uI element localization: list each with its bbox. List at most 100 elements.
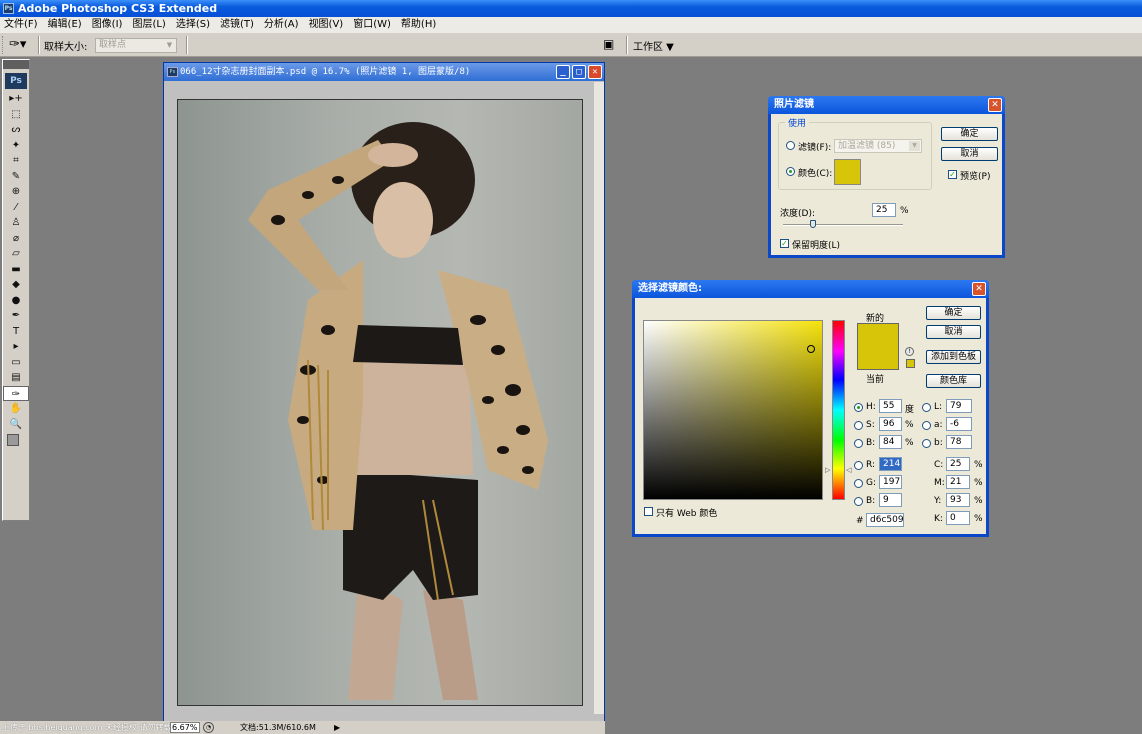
color-picker-cursor[interactable] — [807, 345, 815, 353]
cancel-button[interactable]: 取消 — [926, 325, 981, 339]
canvas-area[interactable] — [164, 82, 594, 714]
minimize-button[interactable]: _ — [556, 65, 570, 79]
vertical-scrollbar[interactable] — [594, 82, 604, 714]
hue-slider-left-arrow-icon[interactable]: ▷ — [825, 466, 830, 474]
menu-window[interactable]: 窗口(W) — [349, 17, 397, 33]
h-field[interactable]: 55 — [879, 399, 902, 413]
l-radio[interactable] — [922, 403, 931, 412]
workspace-menu[interactable]: 工作区 ▼ — [633, 38, 674, 53]
gradient-tool-icon[interactable]: ▬ — [3, 262, 29, 278]
s-radio[interactable] — [854, 421, 863, 430]
l-field[interactable]: 79 — [946, 399, 972, 413]
document-size[interactable]: 文档:51.3M/610.6M — [240, 721, 316, 734]
g-field[interactable]: 197 — [879, 475, 902, 489]
dodge-tool-icon[interactable]: ● — [3, 293, 29, 309]
lab-b-radio[interactable] — [922, 439, 931, 448]
web-colors-only-checkbox[interactable] — [644, 507, 653, 516]
menu-help[interactable]: 帮助(H) — [397, 17, 442, 33]
magic-wand-tool-icon[interactable]: ✦ — [3, 138, 29, 154]
preview-checkbox[interactable]: ✓ — [948, 170, 957, 179]
menu-layer[interactable]: 图层(L) — [128, 17, 171, 33]
blue-radio[interactable] — [854, 497, 863, 506]
zoom-field[interactable]: 6.67% — [170, 722, 200, 733]
menu-image[interactable]: 图像(I) — [88, 17, 129, 33]
document-image[interactable] — [177, 99, 583, 706]
ok-button[interactable]: 确定 — [941, 127, 998, 141]
filter-select[interactable]: 加温滤镜 (85) ▼ — [834, 139, 922, 153]
sample-size-select[interactable]: 取样点 ▼ — [95, 38, 177, 53]
options-bar-grip[interactable] — [2, 36, 5, 54]
foreground-color-swatch[interactable] — [7, 434, 19, 446]
shape-tool-icon[interactable]: ▭ — [3, 355, 29, 371]
history-brush-tool-icon[interactable]: ⌀ — [3, 231, 29, 247]
hex-field[interactable]: d6c509 — [866, 513, 904, 527]
r-field[interactable]: 214 — [879, 457, 902, 471]
path-select-tool-icon[interactable]: ▸ — [3, 339, 29, 355]
saturation-brightness-field[interactable] — [643, 320, 823, 500]
gamut-color-swatch[interactable] — [906, 359, 915, 368]
b-radio[interactable] — [854, 439, 863, 448]
brush-tool-icon[interactable]: ⁄ — [3, 200, 29, 216]
filter-color-swatch[interactable] — [834, 159, 861, 185]
out-of-gamut-warning-icon[interactable]: ! — [905, 347, 914, 356]
close-icon[interactable]: ✕ — [972, 282, 986, 296]
lab-b-field[interactable]: 78 — [946, 435, 972, 449]
marquee-tool-icon[interactable]: ⬚ — [3, 107, 29, 123]
s-field[interactable]: 96 — [879, 417, 902, 431]
preserve-luminosity-checkbox[interactable]: ✓ — [780, 239, 789, 248]
menu-select[interactable]: 选择(S) — [172, 17, 216, 33]
close-icon[interactable]: ✕ — [988, 98, 1002, 112]
menu-file[interactable]: 文件(F) — [0, 17, 44, 33]
eraser-tool-icon[interactable]: ▱ — [3, 246, 29, 262]
menu-view[interactable]: 视图(V) — [305, 17, 350, 33]
density-field[interactable]: 25 — [872, 203, 896, 217]
filter-radio[interactable] — [786, 141, 795, 150]
move-tool-icon[interactable]: ▸+ — [3, 91, 29, 107]
photoshop-logo[interactable]: Ps — [5, 73, 27, 89]
blue-field[interactable]: 9 — [879, 493, 902, 507]
zoom-tool-icon[interactable]: 🔍 — [3, 417, 29, 433]
c-field[interactable]: 25 — [946, 457, 970, 471]
g-radio[interactable] — [854, 479, 863, 488]
eyedropper-tool-icon[interactable]: ✑ — [3, 385, 29, 401]
maximize-button[interactable]: □ — [572, 65, 586, 79]
slice-tool-icon[interactable]: ✎ — [3, 169, 29, 185]
status-info-icon[interactable]: ◔ — [203, 722, 214, 733]
h-radio[interactable] — [854, 403, 863, 412]
b-field[interactable]: 84 — [879, 435, 902, 449]
a-field[interactable]: -6 — [946, 417, 972, 431]
healing-tool-icon[interactable]: ⊕ — [3, 184, 29, 200]
crop-tool-icon[interactable]: ⌗ — [3, 153, 29, 169]
m-field[interactable]: 21 — [946, 475, 970, 489]
color-radio[interactable] — [786, 167, 795, 176]
color-picker-title-bar[interactable]: 选择滤镜颜色: ✕ — [632, 280, 989, 298]
palette-well-icon[interactable]: ▣ — [603, 37, 623, 53]
type-tool-icon[interactable]: T — [3, 324, 29, 340]
menu-edit[interactable]: 编辑(E) — [44, 17, 88, 33]
pen-tool-icon[interactable]: ✒ — [3, 308, 29, 324]
density-slider-thumb[interactable] — [810, 220, 816, 228]
r-radio[interactable] — [854, 461, 863, 470]
menu-analysis[interactable]: 分析(A) — [260, 17, 305, 33]
a-radio[interactable] — [922, 421, 931, 430]
toolbox-header[interactable] — [3, 60, 29, 69]
photo-filter-title-bar[interactable]: 照片滤镜 ✕ — [768, 96, 1005, 114]
cancel-button[interactable]: 取消 — [941, 147, 998, 161]
close-button[interactable]: ✕ — [588, 65, 602, 79]
density-slider-track[interactable] — [783, 224, 903, 226]
status-menu-arrow-icon[interactable]: ▶ — [334, 722, 344, 733]
notes-tool-icon[interactable]: ▤ — [3, 370, 29, 386]
lasso-tool-icon[interactable]: ᔕ — [3, 122, 29, 138]
ok-button[interactable]: 确定 — [926, 306, 981, 320]
blur-tool-icon[interactable]: ◆ — [3, 277, 29, 293]
hue-slider[interactable] — [832, 320, 845, 500]
stamp-tool-icon[interactable]: ♙ — [3, 215, 29, 231]
y-field[interactable]: 93 — [946, 493, 970, 507]
k-field[interactable]: 0 — [946, 511, 970, 525]
color-libraries-button[interactable]: 颜色库 — [926, 374, 981, 388]
add-to-swatches-button[interactable]: 添加到色板 — [926, 350, 981, 364]
hand-tool-icon[interactable]: ✋ — [3, 401, 29, 417]
menu-filter[interactable]: 滤镜(T) — [216, 17, 260, 33]
document-title-bar[interactable]: Ps 066_12寸杂志册封面副本.psd @ 16.7% (照片滤镜 1, 图… — [164, 63, 604, 81]
eyedropper-icon[interactable]: ✑▾ — [9, 37, 33, 53]
